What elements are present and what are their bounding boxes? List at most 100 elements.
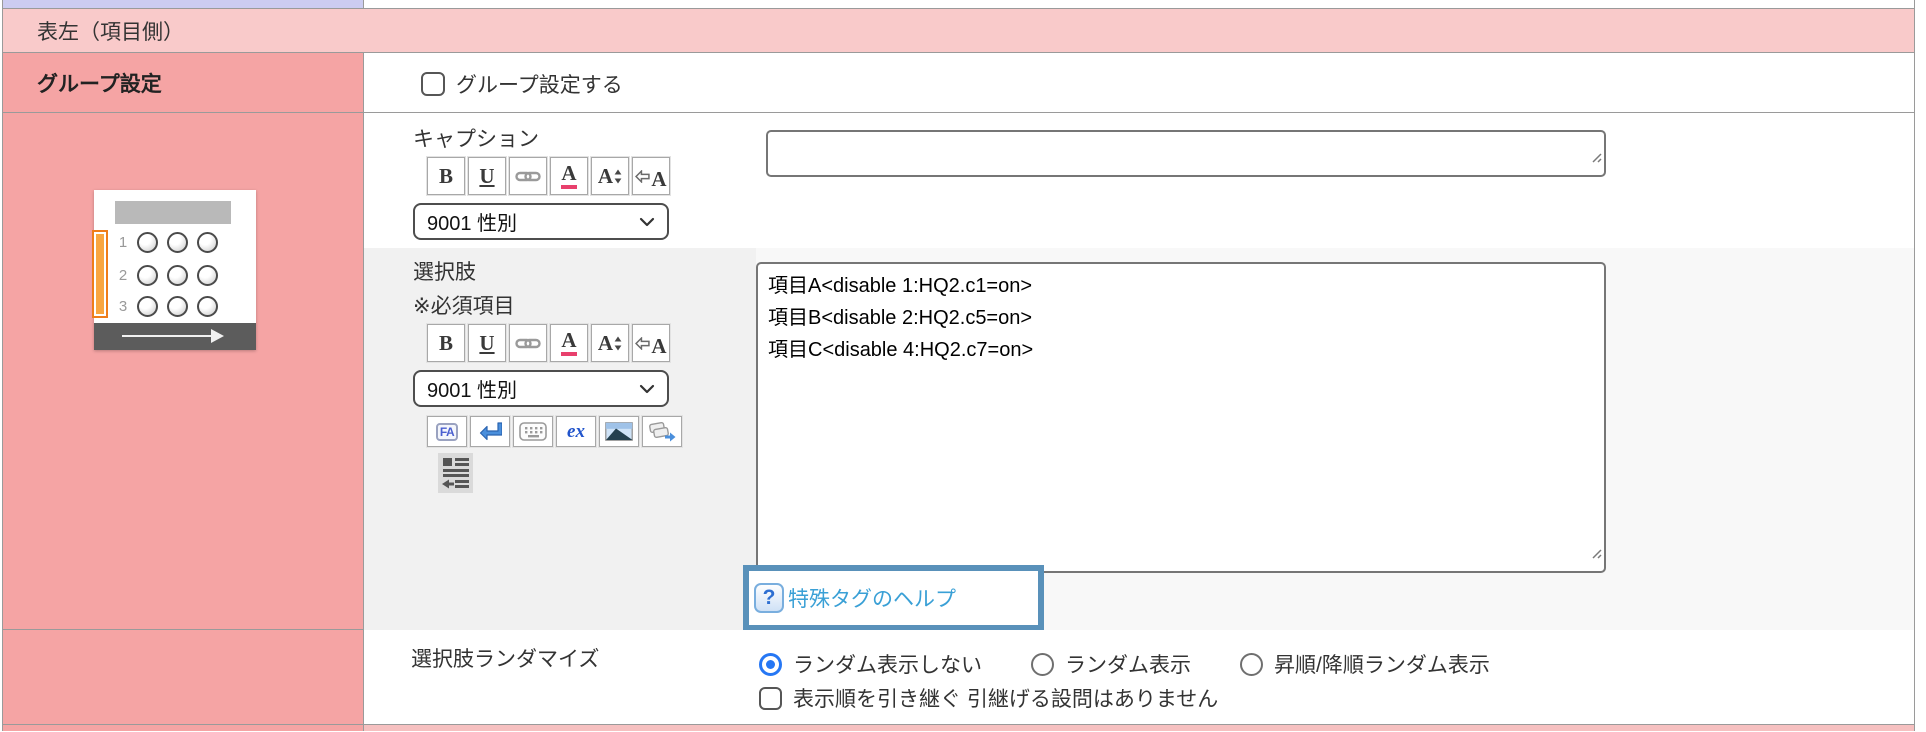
thumbnail-radio xyxy=(167,265,188,286)
link-icon xyxy=(515,164,541,189)
next-row-strip xyxy=(3,725,1914,731)
inherit-order-option[interactable]: 表示順を引き継ぐ 引継げる設問はありません xyxy=(759,683,1218,713)
fa-parts-icon: FA xyxy=(435,422,459,441)
chevron-down-icon xyxy=(639,217,655,226)
ruby-icon: A xyxy=(651,166,667,191)
choices-input-area: 項目A<disable 1:HQ2.c1=on> 項目B<disable 2:H… xyxy=(743,248,1914,631)
radio-unselected-icon[interactable] xyxy=(1240,652,1263,676)
caption-section: キャプション B U A A A 9001 性別 xyxy=(364,113,1914,248)
randomize-option-random[interactable]: ランダム表示 xyxy=(1031,649,1191,679)
caption-select-value: 9001 性別 xyxy=(427,213,518,235)
inherit-order-label: 表示順を引き継ぐ 引継げる設問はありません xyxy=(793,688,1219,711)
thumbnail-radio xyxy=(197,265,218,286)
thumbnail-radio xyxy=(137,232,158,253)
font-color-icon: A xyxy=(561,163,577,189)
thumbnail-item-column-highlight xyxy=(92,230,108,318)
choices-insert-question-select[interactable]: 9001 性別 xyxy=(413,370,669,407)
inherit-order-checkbox[interactable] xyxy=(759,686,782,710)
thumbnail-radio xyxy=(167,296,188,317)
font-size-arrows-icon xyxy=(614,169,622,183)
font-size-icon: A xyxy=(597,163,614,188)
previous-row-strip xyxy=(3,0,1914,9)
font-color-icon: A xyxy=(561,330,577,356)
ruby-arrow-icon xyxy=(635,169,651,183)
matrix-question-thumbnail: 1 2 3 xyxy=(92,190,256,350)
keypad-icon xyxy=(519,422,547,441)
group-setting-checkbox[interactable] xyxy=(421,72,445,96)
underline-icon: U xyxy=(479,163,495,188)
radio-selected-icon[interactable] xyxy=(759,652,782,676)
font-color-button[interactable]: A xyxy=(550,324,588,362)
underline-button[interactable]: U xyxy=(468,324,506,362)
resize-handle-icon[interactable] xyxy=(1589,141,1602,173)
underline-button[interactable]: U xyxy=(468,157,506,195)
choices-label: 選択肢 xyxy=(413,261,476,284)
previous-row-left-cell xyxy=(3,0,364,8)
copy-tags-button[interactable] xyxy=(642,416,682,447)
ruby-icon: A xyxy=(651,333,667,358)
ruby-button[interactable]: A xyxy=(632,157,670,195)
randomize-label: 選択肢ランダマイズ xyxy=(411,648,600,671)
choices-label-column: 選択肢 ※必須項目 B U A A A 9001 性別 FA ex xyxy=(364,248,756,630)
thumbnail-row-number: 1 xyxy=(118,234,128,251)
thumbnail-radio xyxy=(137,265,158,286)
underline-icon: U xyxy=(479,330,495,355)
font-size-button[interactable]: A xyxy=(591,157,629,195)
thumbnail-radio xyxy=(167,232,188,253)
thumbnail-radio xyxy=(137,296,158,317)
insert-image-button[interactable] xyxy=(599,416,639,447)
bold-icon: B xyxy=(438,163,453,188)
thumbnail-radio xyxy=(197,296,218,317)
line-break-button[interactable] xyxy=(470,416,510,447)
randomize-option-label: 昇順/降順ランダム表示 xyxy=(1274,654,1490,677)
caption-insert-question-select[interactable]: 9001 性別 xyxy=(413,203,669,240)
resize-handle-icon[interactable] xyxy=(1589,537,1602,569)
ex-answer-button[interactable]: ex xyxy=(556,416,596,447)
thumbnail-row-number: 3 xyxy=(118,298,128,315)
item-side-editor-cell: キャプション B U A A A 9001 性別 選択肢 ※必須項目 B U A… xyxy=(364,113,1914,631)
randomize-option-asc-desc[interactable]: 昇順/降順ランダム表示 xyxy=(1240,649,1490,679)
bold-button[interactable]: B xyxy=(427,324,465,362)
caption-label: キャプション xyxy=(413,128,539,151)
section-header-row: 表左（項目側） xyxy=(3,9,1914,53)
thumbnail-row-number: 2 xyxy=(118,267,128,284)
font-color-button[interactable]: A xyxy=(550,157,588,195)
thumbnail-caption-bar xyxy=(115,201,231,224)
group-setting-header-cell: グループ設定 xyxy=(3,53,364,112)
font-size-arrows-icon xyxy=(614,336,622,350)
fa-parts-button[interactable]: FA xyxy=(427,416,467,447)
caption-format-toolbar: B U A A A xyxy=(427,157,670,195)
choices-select-value: 9001 性別 xyxy=(427,380,518,402)
link-button[interactable] xyxy=(509,157,547,195)
previous-row-content-cell xyxy=(364,0,1914,8)
randomize-options: ランダム表示しない ランダム表示 昇順/降順ランダム表示 xyxy=(759,649,1539,679)
randomize-option-label: ランダム表示 xyxy=(1065,654,1191,677)
link-icon xyxy=(515,331,541,356)
keypad-button[interactable] xyxy=(513,416,553,447)
randomize-option-none[interactable]: ランダム表示しない xyxy=(759,649,982,679)
font-size-button[interactable]: A xyxy=(591,324,629,362)
randomize-content-cell: 選択肢ランダマイズ ランダム表示しない ランダム表示 昇順/降順ランダム表示 表… xyxy=(364,630,1914,724)
choices-textarea[interactable]: 項目A<disable 1:HQ2.c1=on> 項目B<disable 2:H… xyxy=(756,262,1606,573)
choice-indent-list-icon xyxy=(441,458,469,489)
next-row-left-cell xyxy=(3,725,364,731)
item-side-editor-row: 1 2 3 キャプション B U A A A 9001 性別 選択肢 ※必須項目… xyxy=(3,113,1914,631)
group-setting-label: グループ設定 xyxy=(37,73,162,96)
ruby-button[interactable]: A xyxy=(632,324,670,362)
font-size-icon: A xyxy=(597,330,614,355)
group-setting-row: グループ設定 グループ設定する xyxy=(3,53,1914,113)
randomize-header-cell xyxy=(3,630,364,724)
caption-input[interactable] xyxy=(766,130,1606,177)
chevron-down-icon xyxy=(639,384,655,393)
link-button[interactable] xyxy=(509,324,547,362)
radio-unselected-icon[interactable] xyxy=(1031,652,1054,676)
thumbnail-footer-bar xyxy=(94,323,256,350)
choices-insert-toolbar: FA ex xyxy=(427,416,682,447)
thumbnail-arrow-icon xyxy=(122,329,224,343)
next-row-content-cell xyxy=(364,725,1914,731)
choice-indent-button[interactable] xyxy=(438,453,473,493)
image-icon xyxy=(605,422,633,441)
choices-required-note: ※必須項目 xyxy=(413,295,515,318)
bold-button[interactable]: B xyxy=(427,157,465,195)
special-tag-help-link[interactable]: 特殊タグのヘルプ xyxy=(788,583,956,613)
